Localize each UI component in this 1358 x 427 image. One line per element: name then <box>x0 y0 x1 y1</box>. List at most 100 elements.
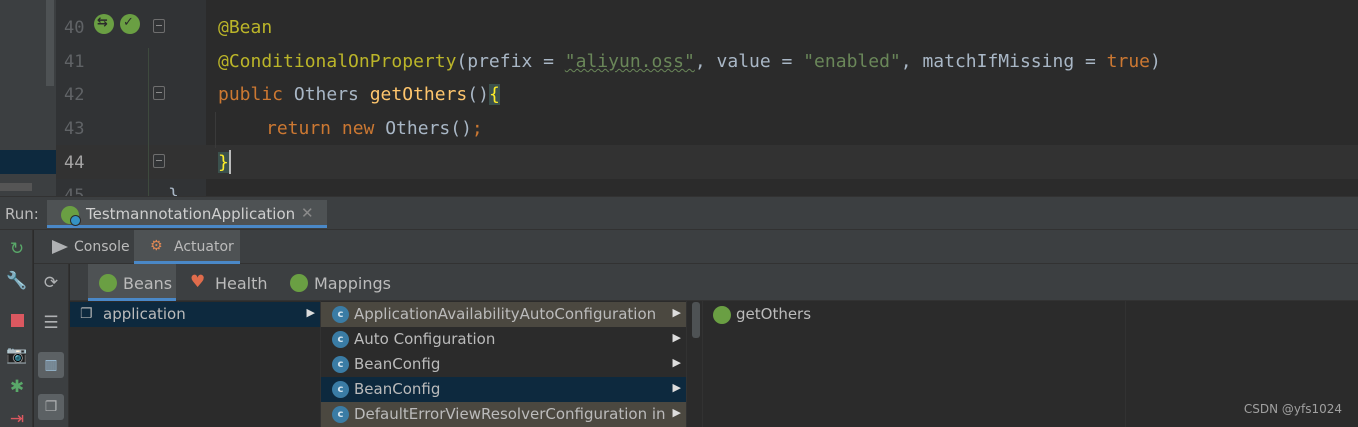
keyword: new <box>341 118 386 139</box>
expand-arrow-icon: ▶ <box>672 381 681 394</box>
tab-beans[interactable]: Beans <box>88 264 176 301</box>
debug-attach-icon[interactable]: ✱ <box>6 376 28 398</box>
project-hscrollbar[interactable] <box>0 183 32 191</box>
list-item[interactable]: c BeanConfig ▶ <box>321 377 686 402</box>
list-item[interactable]: c ApplicationAvailabilityAutoConfigurati… <box>321 302 686 327</box>
bean-navigate-icon[interactable]: ⇆ <box>94 14 114 34</box>
gutter-icons: ⇆ ✓ <box>94 14 144 38</box>
code-line-42[interactable]: 42 public Others getOthers(){ <box>56 77 1358 111</box>
tab-mappings-label: Mappings <box>314 274 391 293</box>
close-icon[interactable]: ✕ <box>301 204 314 222</box>
string-literal: "enabled" <box>803 51 901 72</box>
tab-actuator[interactable]: ⚙ Actuator <box>134 230 240 264</box>
fold-marker[interactable] <box>153 19 165 33</box>
matched-brace: { <box>488 84 500 105</box>
context-icon: ❐ <box>80 306 93 322</box>
code-line-44[interactable]: 44 } <box>56 145 1358 179</box>
text-caret <box>229 150 231 174</box>
tab-actuator-label: Actuator <box>174 239 234 255</box>
list-item-getothers[interactable]: getOthers <box>703 302 1125 327</box>
code-text: () <box>467 84 489 105</box>
exit-icon[interactable]: ⇥ <box>6 408 28 427</box>
project-scrollbar[interactable] <box>46 0 54 86</box>
run-toolbar: ↻ 🔧 📷 ✱ ⇥ <box>0 230 33 427</box>
line-number: 40 <box>64 18 85 38</box>
keyword: true <box>1106 51 1151 72</box>
method-name: getOthers <box>369 84 468 105</box>
refresh-icon[interactable]: ⟳ <box>40 272 62 294</box>
tab-health[interactable]: ♥ Health <box>180 264 276 301</box>
run-subtabs: Console ⚙ Actuator <box>34 230 1358 264</box>
list-item-label: BeanConfig <box>354 380 441 398</box>
beans-column: c ApplicationAvailabilityAutoConfigurati… <box>321 301 687 427</box>
list-item-application[interactable]: ❐ application ▶ <box>70 302 320 327</box>
string-literal: "aliyun.oss" <box>564 51 695 72</box>
list-item-label: getOthers <box>736 305 812 323</box>
actuator-tabs: Beans ♥ Health Mappings <box>70 264 1358 301</box>
code-text: Others() <box>385 118 472 139</box>
stop-icon[interactable] <box>6 310 28 332</box>
run-label: Run: <box>5 205 39 223</box>
fold-marker[interactable] <box>153 86 165 100</box>
class-icon: c <box>332 306 349 323</box>
list-item[interactable]: c DefaultErrorViewResolverConfiguration … <box>321 402 686 427</box>
beans-scrollbar[interactable] <box>689 301 703 427</box>
type-name: Others <box>293 84 370 105</box>
matched-brace: } <box>218 152 229 173</box>
list-item-label: BeanConfig <box>354 355 441 373</box>
annotation: @Bean <box>218 17 273 38</box>
class-icon: c <box>332 406 349 423</box>
code-text: } <box>168 185 179 196</box>
bean-method-icon <box>713 306 731 324</box>
line-number: 44 <box>64 153 85 173</box>
run-config-tab[interactable]: TestmannotationApplication ✕ <box>47 200 327 228</box>
line-number: 45 <box>64 186 85 196</box>
camera-icon[interactable]: 📷 <box>6 344 28 366</box>
project-panel-edge <box>0 0 56 196</box>
list-item-label: Auto Configuration <box>354 330 496 348</box>
expand-arrow-icon: ▶ <box>672 331 681 344</box>
tab-health-label: Health <box>215 274 268 293</box>
run-config-title: TestmannotationApplication <box>86 205 296 223</box>
fold-marker[interactable] <box>153 154 165 168</box>
list-item-label: ApplicationAvailabilityAutoConfiguration <box>354 305 657 323</box>
code-text: , matchIfMissing = <box>900 51 1107 72</box>
keyword: public <box>218 84 294 105</box>
tab-console[interactable]: Console <box>42 230 132 264</box>
indent-guide <box>148 48 149 196</box>
filter-icon[interactable]: ☰ <box>40 312 62 334</box>
code-line-45[interactable]: 45 } <box>56 178 1358 196</box>
spring-boot-run-icon <box>61 206 81 226</box>
expand-arrow-icon: ▶ <box>306 306 315 319</box>
tab-mappings[interactable]: Mappings <box>280 264 400 301</box>
code-line-43[interactable]: 43 return new Others(); <box>56 111 1358 145</box>
class-icon: c <box>332 381 349 398</box>
list-item-label: DefaultErrorViewResolverConfiguration in… <box>354 405 670 423</box>
scrollbar-thumb[interactable] <box>692 302 700 338</box>
code-line-41[interactable]: 41 @ConditionalOnProperty(prefix = "aliy… <box>56 44 1358 78</box>
code-text: ) <box>1150 51 1161 72</box>
project-selected-row[interactable] <box>0 150 56 174</box>
methods-column: getOthers <box>703 301 1126 427</box>
class-icon: c <box>332 356 349 373</box>
indent-guide <box>215 112 216 148</box>
list-item-label: application <box>103 305 186 323</box>
rerun-icon[interactable]: ↻ <box>6 238 28 260</box>
diagram-icon[interactable]: ▥ <box>38 352 64 378</box>
code-line-40[interactable]: 40 @Bean <box>56 10 1358 44</box>
bean-check-icon[interactable]: ✓ <box>120 14 140 34</box>
code-text: (prefix = <box>456 51 565 72</box>
semicolon: ; <box>471 118 483 139</box>
list-item[interactable]: c BeanConfig ▶ <box>321 352 686 377</box>
expand-arrow-icon: ▶ <box>672 406 681 419</box>
wrench-icon[interactable]: 🔧 <box>6 270 28 292</box>
list-item[interactable]: c Auto Configuration ▶ <box>321 327 686 352</box>
line-number: 41 <box>64 52 85 72</box>
line-number: 43 <box>64 119 85 139</box>
expand-arrow-icon: ▶ <box>672 306 681 319</box>
code-editor[interactable]: 40 @Bean ⇆ ✓ 41 @ConditionalOnProperty(p… <box>0 0 1358 196</box>
library-icon[interactable]: ❐ <box>38 394 64 420</box>
annotation: @ConditionalOnProperty <box>218 51 457 72</box>
actuator-icon: ⚙ <box>150 238 163 254</box>
line-number: 42 <box>64 85 85 105</box>
